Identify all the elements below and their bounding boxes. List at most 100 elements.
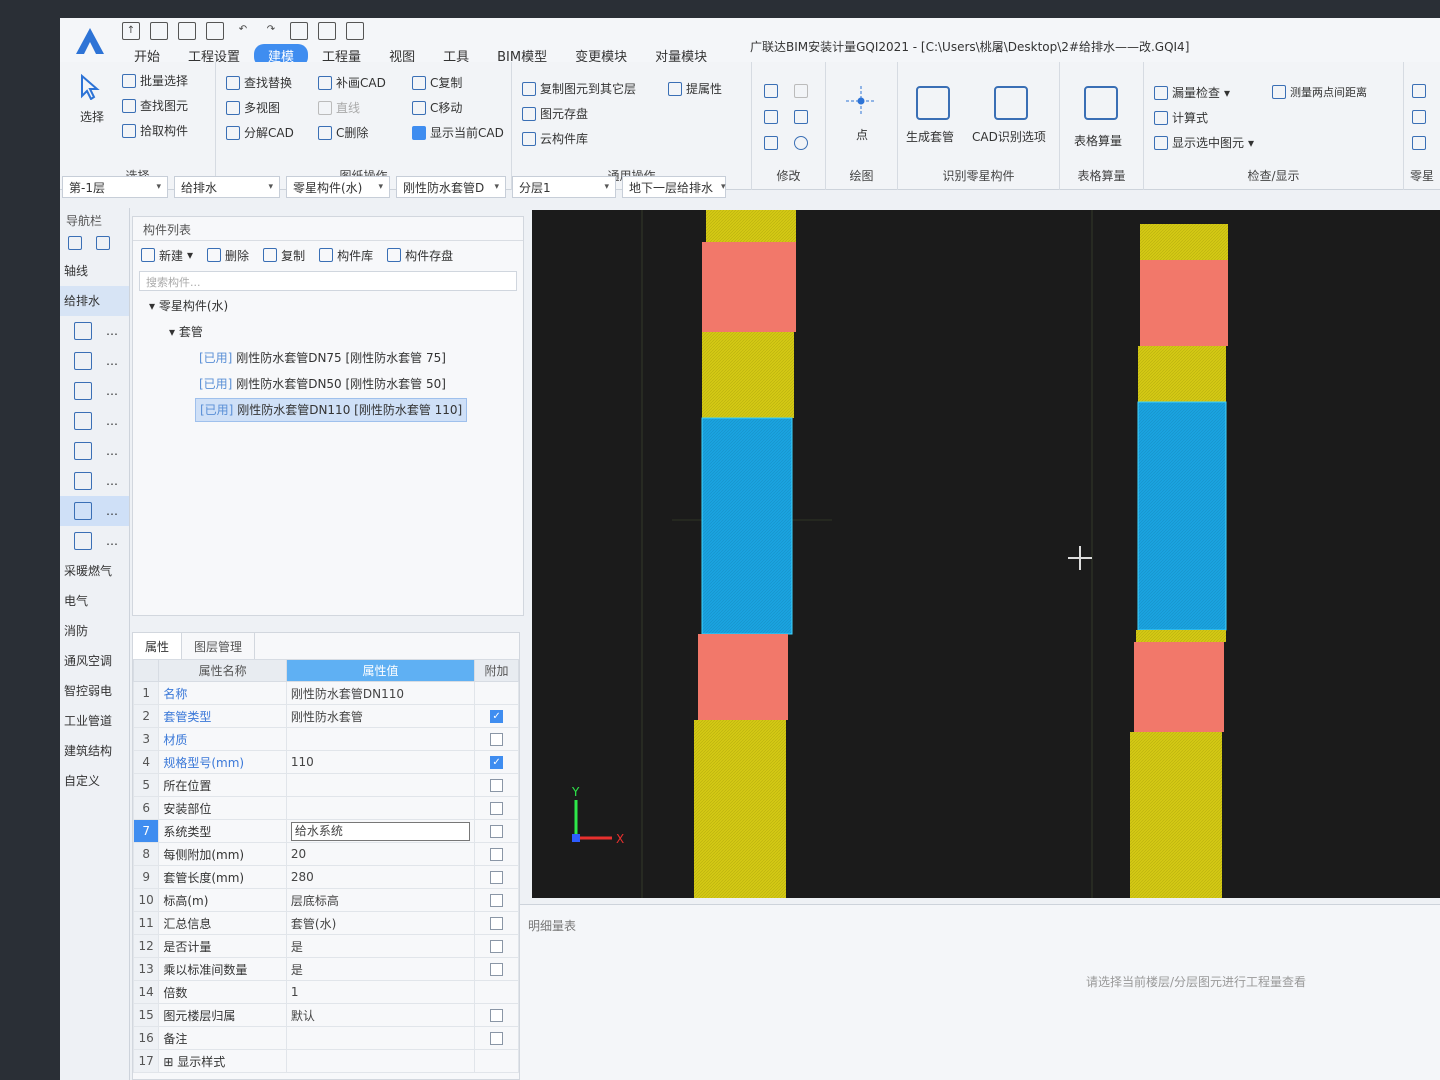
property-row[interactable]: 14 倍数 1 xyxy=(132,980,519,1004)
element-save-button[interactable]: 图元存盘 xyxy=(522,105,588,122)
property-extra-cell[interactable] xyxy=(474,773,519,797)
property-value-cell[interactable]: 是 xyxy=(285,957,476,981)
property-extra-cell[interactable] xyxy=(474,980,519,1004)
show-current-cad-checkbox[interactable]: 显示当前CAD xyxy=(412,124,504,141)
property-extra-cell[interactable] xyxy=(474,934,519,958)
checkbox-icon[interactable] xyxy=(490,848,504,861)
property-extra-cell[interactable] xyxy=(474,957,519,981)
c-delete-button[interactable]: C删除 xyxy=(318,124,368,141)
checkbox-icon[interactable] xyxy=(490,825,504,838)
tab-layer-management[interactable]: 图层管理 xyxy=(182,633,256,659)
find-replace-button[interactable]: 查找替换 xyxy=(226,74,292,91)
nav-tool-5[interactable]: … xyxy=(60,436,129,466)
checkbox-icon[interactable] xyxy=(490,940,504,953)
rotate-icon[interactable] xyxy=(794,136,808,150)
tree-node-group[interactable]: ▾ 套管 xyxy=(133,319,523,345)
move-cross-icon[interactable] xyxy=(764,110,778,124)
nav-item-custom[interactable]: 自定义 xyxy=(60,766,129,796)
property-value-cell[interactable]: 1 xyxy=(285,980,476,1004)
property-row[interactable]: 6 安装部位 xyxy=(132,796,519,820)
nav-tool-6[interactable]: … xyxy=(60,466,129,496)
property-value-cell[interactable] xyxy=(285,1026,476,1050)
checkbox-icon[interactable] xyxy=(490,871,504,884)
property-value-cell[interactable]: 110 xyxy=(285,750,476,774)
redo-icon[interactable]: ↷ xyxy=(262,22,280,40)
checkbox-checked-icon[interactable]: ✓ xyxy=(490,756,504,769)
nav-item-electric[interactable]: 电气 xyxy=(60,586,129,616)
property-value-cell[interactable]: 20 xyxy=(285,842,476,866)
property-value-cell[interactable]: 刚性防水套管DN110 xyxy=(285,681,476,705)
sublayer-select[interactable]: 分层1 xyxy=(512,176,616,198)
property-row[interactable]: 12 是否计量 是 xyxy=(132,934,519,958)
property-extra-cell[interactable]: ✓ xyxy=(474,750,519,774)
extract-property-button[interactable]: 提属性 xyxy=(668,80,722,97)
generate-sleeve-button[interactable]: 生成套管 xyxy=(906,128,954,145)
edit-icon[interactable] xyxy=(96,236,110,250)
property-value-cell[interactable]: 280 xyxy=(285,865,476,889)
property-extra-cell[interactable] xyxy=(474,796,519,820)
nav-item-axis[interactable]: 轴线 xyxy=(60,256,129,286)
new-button[interactable]: 新建 ▾ xyxy=(141,246,193,264)
component-search-input[interactable]: 搜索构件... xyxy=(139,271,517,291)
property-extra-cell[interactable] xyxy=(474,1049,519,1073)
nav-tool-8[interactable]: … xyxy=(60,526,129,556)
property-row[interactable]: 11 汇总信息 套管(水) xyxy=(132,911,519,935)
property-extra-cell[interactable]: ✓ xyxy=(474,704,519,728)
nav-tool-4[interactable]: … xyxy=(60,406,129,436)
multi-view-button[interactable]: 多视图 xyxy=(226,99,280,116)
c-copy-button[interactable]: C复制 xyxy=(412,74,462,91)
pin-icon[interactable] xyxy=(68,236,82,250)
property-value-cell[interactable]: 刚性防水套管 xyxy=(285,704,476,728)
point-button[interactable]: 点 xyxy=(856,126,868,143)
checkbox-icon[interactable] xyxy=(490,733,504,746)
trash-icon[interactable] xyxy=(764,136,778,150)
checkbox-icon[interactable] xyxy=(490,917,504,930)
table-calc-button[interactable]: 表格算量 xyxy=(1074,132,1122,149)
property-extra-cell[interactable] xyxy=(474,1026,519,1050)
cad-recognize-options-button[interactable]: CAD识别选项 xyxy=(972,128,1046,145)
property-value-cell[interactable] xyxy=(285,796,476,820)
upload-icon[interactable]: ↑ xyxy=(122,22,140,40)
property-value-cell[interactable]: 层底标高 xyxy=(285,888,476,912)
property-row[interactable]: 16 备注 xyxy=(132,1026,519,1050)
pipe-right[interactable] xyxy=(1130,224,1228,898)
delete-button[interactable]: 删除 xyxy=(207,246,249,264)
nav-item-plumbing[interactable]: 给排水 xyxy=(60,286,129,316)
checkbox-icon[interactable] xyxy=(490,802,504,815)
nav-item-lowvoltage[interactable]: 智控弱电 xyxy=(60,676,129,706)
table-icon[interactable] xyxy=(318,22,336,40)
drawing-canvas[interactable]: Y X xyxy=(532,210,1440,898)
duplicate-icon[interactable] xyxy=(764,84,778,98)
checkbox-checked-icon[interactable]: ✓ xyxy=(490,710,504,723)
checkbox-icon[interactable] xyxy=(490,963,504,976)
extra-icon-2[interactable] xyxy=(1412,110,1426,124)
select-button[interactable]: 选择 xyxy=(80,108,104,125)
nav-item-industrial[interactable]: 工业管道 xyxy=(60,706,129,736)
property-row[interactable]: 1 名称 刚性防水套管DN110 xyxy=(132,681,519,705)
find-element-button[interactable]: 查找图元 xyxy=(122,97,188,114)
nav-tool-2[interactable]: … xyxy=(60,346,129,376)
tree-item-selected[interactable]: [已用] 刚性防水套管DN110 [刚性防水套管 110] xyxy=(195,398,468,422)
property-value-cell[interactable]: 默认 xyxy=(285,1003,476,1027)
c-move-button[interactable]: C移动 xyxy=(412,99,462,116)
property-extra-cell[interactable] xyxy=(474,888,519,912)
pipe-left[interactable] xyxy=(694,210,796,898)
property-extra-cell[interactable] xyxy=(474,865,519,889)
property-row[interactable]: 9 套管长度(mm) 280 xyxy=(132,865,519,889)
property-extra-cell[interactable] xyxy=(474,727,519,751)
checkbox-icon[interactable] xyxy=(490,779,504,792)
property-extra-cell[interactable] xyxy=(474,911,519,935)
property-row[interactable]: 15 图元楼层归属 默认 xyxy=(132,1003,519,1027)
mirror-icon[interactable] xyxy=(794,84,808,98)
property-extra-cell[interactable] xyxy=(474,1003,519,1027)
component-select[interactable]: 刚性防水套管D xyxy=(396,176,506,198)
component-type-select[interactable]: 零星构件(水) xyxy=(286,176,390,198)
library-button[interactable]: 构件库 xyxy=(319,246,373,264)
property-row[interactable]: 5 所在位置 xyxy=(132,773,519,797)
new-file-icon[interactable] xyxy=(150,22,168,40)
property-value-cell[interactable] xyxy=(285,1049,476,1073)
drawing-select[interactable]: 地下一层给排水 xyxy=(622,176,726,198)
nav-item-heating[interactable]: 采暖燃气 xyxy=(60,556,129,586)
tree-item[interactable]: [已用] 刚性防水套管DN75 [刚性防水套管 75] xyxy=(133,345,523,371)
point-icon[interactable] xyxy=(844,84,878,118)
